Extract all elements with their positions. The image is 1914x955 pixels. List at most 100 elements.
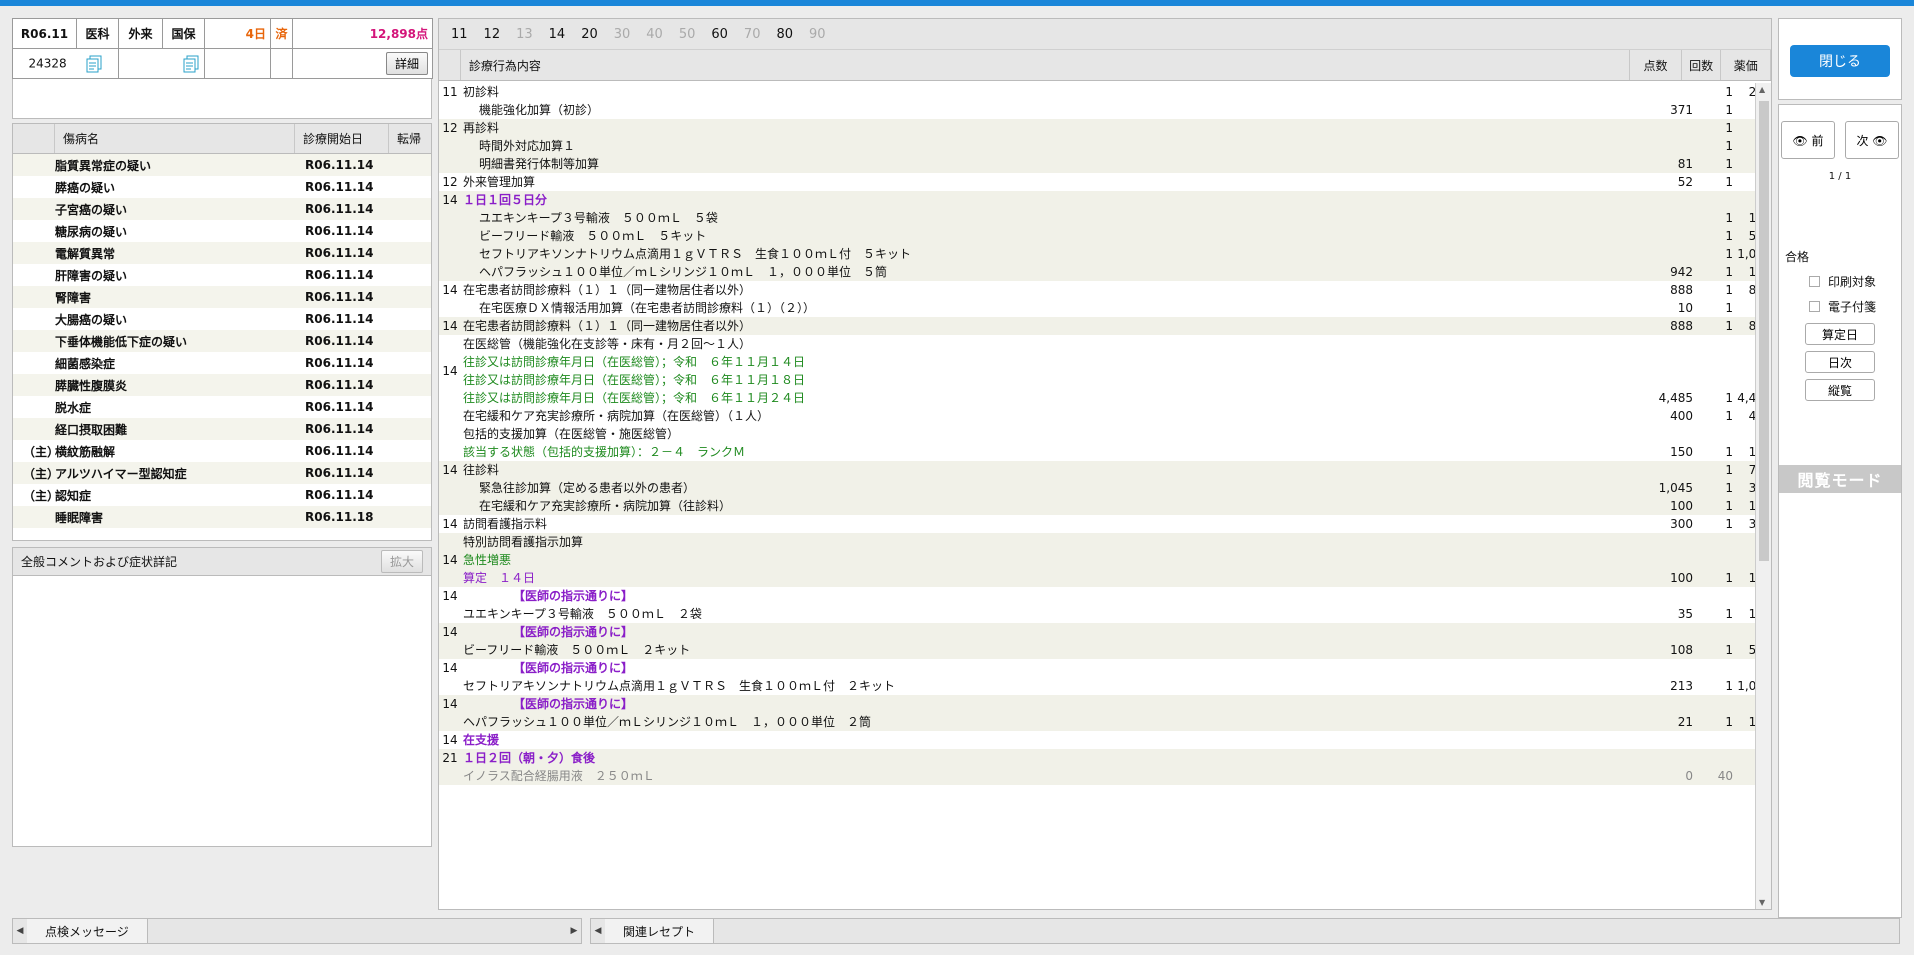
practice-row[interactable]: イノラス配合経腸用液 ２５０ｍＬ 0 401.4: [439, 767, 1755, 785]
practice-row[interactable]: 時間外対応加算１ 15.0: [439, 137, 1755, 155]
practice-row[interactable]: 11 初診料 1 291.0: [439, 83, 1755, 101]
category-tab[interactable]: 60: [711, 27, 728, 42]
diagnosis-row[interactable]: （主） アルツハイマー型認知症 R06.11.14: [13, 462, 431, 484]
practice-row[interactable]: 14 【医師の指示通りに】 0.0: [439, 587, 1755, 605]
category-tab[interactable]: 30: [614, 27, 631, 42]
practice-row[interactable]: 機能強化加算（初診） 371 180.0: [439, 101, 1755, 119]
right-arrow-icon[interactable]: ▶: [567, 919, 581, 943]
practice-description: 在宅緩和ケア充実診療所・病院加算（在医総管）（１人）: [461, 407, 1641, 425]
category-tab[interactable]: 14: [549, 27, 566, 42]
practice-count: [1693, 731, 1733, 749]
left-arrow-icon[interactable]: ◀: [591, 919, 605, 943]
vertical-view-button[interactable]: 縦覧: [1805, 379, 1875, 401]
practice-row[interactable]: 14 在医総管（機能強化在支診等・床有・月２回～１人） 往診又は訪問診療年月日（在医…: [439, 335, 1755, 407]
check-message-tab[interactable]: 点検メッセージ: [27, 919, 148, 943]
practice-row[interactable]: 21 １日２回（朝・夕）食後 0.0: [439, 749, 1755, 767]
practice-row[interactable]: ビーフリード輸液 ５００ｍＬ ５キット 1 539.0: [439, 227, 1755, 245]
checkbox-icon[interactable]: [1809, 276, 1820, 287]
practice-row[interactable]: 明細書発行体制等加算 81 11.0: [439, 155, 1755, 173]
practice-count: 1: [1725, 229, 1733, 243]
practice-line: 往診又は訪問診療年月日（在医総管）；令和 ６年１１月１４日: [463, 355, 806, 369]
calc-day-button[interactable]: 算定日: [1805, 323, 1875, 345]
close-button[interactable]: 閉じる: [1790, 45, 1890, 77]
category-tab[interactable]: 50: [679, 27, 696, 42]
receipt-header: R06.11 医科 外来 国保 4日 済 12,898点 24328 詳細: [12, 18, 433, 79]
practice-row[interactable]: 14 在宅患者訪問診療料（１）１（同一建物居住者以外） 888 1 888.0: [439, 281, 1755, 299]
prev-button[interactable]: 👁 前: [1781, 121, 1835, 159]
document-icon[interactable]: [85, 55, 103, 73]
diagnosis-row[interactable]: 細菌感染症 R06.11.14: [13, 352, 431, 374]
practice-row[interactable]: ビーフリード輸液 ５００ｍＬ ２キット 108 1 539.0: [439, 641, 1755, 659]
vertical-scrollbar[interactable]: ▲ ▼: [1755, 83, 1771, 909]
practice-count: 1: [1725, 517, 1733, 531]
practice-row[interactable]: 14 １日１回５日分 0.0: [439, 191, 1755, 209]
practice-row[interactable]: 12 再診料 175.0: [439, 119, 1755, 137]
practice-count: 1: [1725, 85, 1733, 99]
practice-row[interactable]: 14 【医師の指示通りに】 0.0: [439, 659, 1755, 677]
category-tab[interactable]: 40: [646, 27, 663, 42]
practice-row[interactable]: 14 訪問看護指示料 300 1 300.0: [439, 515, 1755, 533]
diagnosis-row[interactable]: 電解質異常 R06.11.14: [13, 242, 431, 264]
daily-button[interactable]: 日次: [1805, 351, 1875, 373]
practice-description: 在宅患者訪問診療料（１）１（同一建物居住者以外）: [461, 281, 1641, 299]
practice-row[interactable]: ヘパフラッシュ１００単位／ｍＬシリンジ１０ｍＬ １，０００単位 ２筒 21 1 105…: [439, 713, 1755, 731]
print-target-checkbox[interactable]: 印刷対象: [1779, 273, 1901, 290]
diagnosis-row[interactable]: 脱水症 R06.11.14: [13, 396, 431, 418]
comment-textarea[interactable]: [13, 576, 431, 846]
diagnosis-row[interactable]: 腎障害 R06.11.14: [13, 286, 431, 308]
done-badge: 済: [270, 18, 293, 49]
diagnosis-row[interactable]: 下垂体機能低下症の疑い R06.11.14: [13, 330, 431, 352]
related-receipt-tab[interactable]: 関連レセプト: [605, 919, 715, 943]
scrollbar-thumb[interactable]: [1759, 101, 1769, 561]
category-tab[interactable]: 12: [484, 27, 501, 42]
practice-row[interactable]: 14 在宅患者訪問診療料（１）１（同一建物居住者以外） 888 1 888.0: [439, 317, 1755, 335]
practice-row[interactable]: 14特別訪問看護指示加算急性増悪算定 １４日1001100.0: [439, 533, 1755, 587]
scroll-up-icon[interactable]: ▲: [1759, 85, 1765, 94]
practice-description: イノラス配合経腸用液 ２５０ｍＬ: [461, 767, 1641, 785]
practice-count: [1693, 695, 1733, 713]
diagnosis-row[interactable]: 脂質異常症の疑い R06.11.14: [13, 154, 431, 176]
practice-row[interactable]: 在宅緩和ケア充実診療所・病院加算（在医総管）（１人） 400 1 400.0: [439, 407, 1755, 425]
document-icon-2[interactable]: [182, 55, 200, 73]
diagnosis-row[interactable]: 糖尿病の疑い R06.11.14: [13, 220, 431, 242]
practice-row[interactable]: 包括的支援加算（在医総管・施医総管） 該当する状態（包括的支援加算）：２－４ ラン…: [439, 425, 1755, 461]
diagnosis-main-flag: [13, 418, 55, 440]
diagnosis-row[interactable]: 睡眠障害 R06.11.18: [13, 506, 431, 528]
practice-code: 14: [442, 553, 458, 567]
expand-button[interactable]: 拡大: [380, 550, 423, 573]
practice-row[interactable]: ヘパフラッシュ１００単位／ｍＬシリンジ１０ｍＬ １，０００単位 ５筒 942 1 10…: [439, 263, 1755, 281]
practice-row[interactable]: ユエキンキープ３号輸液 ５００ｍＬ ５袋 1 176.0: [439, 209, 1755, 227]
diagnosis-row[interactable]: 子宮癌の疑い R06.11.14: [13, 198, 431, 220]
diagnosis-row[interactable]: （主） 横紋筋融解 R06.11.14: [13, 440, 431, 462]
diagnosis-row[interactable]: 経口摂取困難 R06.11.14: [13, 418, 431, 440]
practice-row[interactable]: セフトリアキソンナトリウム点滴用１ｇＶＴＲＳ 生食１００ｍＬ付 ５キット 1 1,0…: [439, 245, 1755, 263]
left-arrow-icon[interactable]: ◀: [13, 919, 27, 943]
practice-description: 在宅患者訪問診療料（１）１（同一建物居住者以外）: [461, 317, 1641, 335]
next-button[interactable]: 次 👁: [1845, 121, 1899, 159]
practice-row[interactable]: 緊急往診加算（定める患者以外の患者） 1,045 1 325.0: [439, 479, 1755, 497]
scroll-down-icon[interactable]: ▼: [1759, 898, 1765, 907]
diagnosis-row[interactable]: 肝障害の疑い R06.11.14: [13, 264, 431, 286]
detail-button[interactable]: 詳細: [385, 52, 428, 75]
practice-row[interactable]: 14 在支援 0.0: [439, 731, 1755, 749]
diagnosis-row[interactable]: 大腸癌の疑い R06.11.14: [13, 308, 431, 330]
category-tab[interactable]: 90: [809, 27, 826, 42]
practice-row[interactable]: 14 往診料 1 720.0: [439, 461, 1755, 479]
diagnosis-row[interactable]: 膵癌の疑い R06.11.14: [13, 176, 431, 198]
category-tab[interactable]: 11: [451, 27, 468, 42]
practice-row[interactable]: 在宅緩和ケア充実診療所・病院加算（往診料） 100 1 100.0: [439, 497, 1755, 515]
diagnosis-row[interactable]: （主） 認知症 R06.11.14: [13, 484, 431, 506]
category-tab[interactable]: 13: [516, 27, 533, 42]
category-tab[interactable]: 80: [776, 27, 793, 42]
diagnosis-row[interactable]: 膵臓性腹膜炎 R06.11.14: [13, 374, 431, 396]
category-tab[interactable]: 20: [581, 27, 598, 42]
practice-row[interactable]: ユエキンキープ３号輸液 ５００ｍＬ ２袋 35 1 176.0: [439, 605, 1755, 623]
category-tab[interactable]: 70: [744, 27, 761, 42]
practice-row[interactable]: セフトリアキソンナトリウム点滴用１ｇＶＴＲＳ 生食１００ｍＬ付 ２キット 213 1…: [439, 677, 1755, 695]
practice-row[interactable]: 14 【医師の指示通りに】 0.0: [439, 695, 1755, 713]
e-tag-checkbox[interactable]: 電子付箋: [1779, 298, 1901, 315]
practice-row[interactable]: 14 【医師の指示通りに】 0.0: [439, 623, 1755, 641]
practice-row[interactable]: 在宅医療ＤＸ情報活用加算（在宅患者訪問診療料（１）（２）） 10 110.0: [439, 299, 1755, 317]
checkbox-icon[interactable]: [1809, 301, 1820, 312]
practice-row[interactable]: 12 外来管理加算 52 152.0: [439, 173, 1755, 191]
